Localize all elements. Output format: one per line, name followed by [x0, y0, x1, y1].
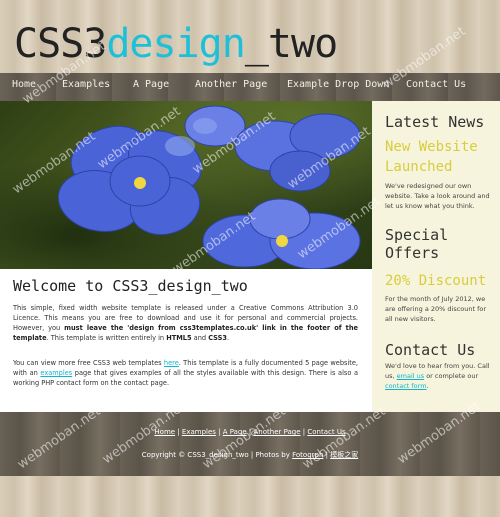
templates-text: You can view more free CSS3 web template… [13, 359, 164, 367]
flower-photo [57, 105, 361, 269]
latest-news-heading: Latest News [385, 113, 485, 131]
main-nav: Home Examples A Page Another Page Exampl… [0, 73, 500, 101]
contact-text-b: or complete our [424, 372, 479, 380]
site-logo[interactable]: CSS3design_two [14, 20, 338, 68]
email-link[interactable]: email us [397, 372, 425, 380]
footer-link-examples[interactable]: Examples [182, 428, 216, 436]
logo-part-css3: CSS3 [14, 21, 107, 67]
footer-links: Home | Examples | A Page | Another Page … [0, 428, 500, 436]
nav-contact-us[interactable]: Contact Us [406, 79, 466, 90]
photos-credit-link[interactable]: Fotogrph [292, 451, 323, 459]
footer-link-another-page[interactable]: Another Page [254, 428, 301, 436]
footer-link-a-page[interactable]: A Page [223, 428, 247, 436]
copyright: Copyright © CSS3_design_two | Photos by … [0, 450, 500, 460]
footer-sep: | [175, 428, 182, 436]
nav-examples[interactable]: Examples [62, 79, 110, 90]
nav-home[interactable]: Home [12, 79, 36, 90]
main-content: Welcome to CSS3_design_two This simple, … [0, 269, 372, 412]
footer-sep: | [215, 428, 223, 436]
nav-a-page[interactable]: A Page [133, 79, 169, 90]
footer-link-home[interactable]: Home [154, 428, 175, 436]
footer-link-contact-us[interactable]: Contact Us [307, 428, 345, 436]
intro-end: . [226, 334, 230, 342]
logo-part-two: _two [244, 21, 338, 67]
news-text: We've redesigned our own website. Take a… [385, 182, 490, 210]
news-title: New Website Launched [385, 139, 478, 175]
offer-text: For the month of July 2012, we are offer… [385, 295, 487, 323]
intro-text-2: . This template is written entirely in [46, 334, 167, 342]
footer-sep: | [246, 428, 254, 436]
templates-paragraph: You can view more free CSS3 web template… [13, 358, 358, 388]
banner-image [0, 101, 372, 269]
special-offers-heading: Special Offers [385, 226, 449, 262]
sidebar: Latest News New Website Launched We've r… [372, 101, 500, 412]
contact-heading: Contact Us [385, 341, 476, 359]
contact-text-end: . [426, 382, 429, 390]
logo-part-design: design [106, 21, 245, 67]
here-link[interactable]: here [164, 359, 179, 367]
offer-title: 20% Discount [385, 273, 487, 289]
intro-and: and [191, 334, 209, 342]
cn-site-link[interactable]: 模板之家 [330, 451, 358, 459]
footer: Home | Examples | A Page | Another Page … [0, 412, 500, 476]
copyright-text: Copyright © CSS3_design_two | Photos by [141, 451, 293, 459]
contact-form-link[interactable]: contact form [385, 382, 427, 390]
nav-example-drop-down[interactable]: Example Drop Down [287, 79, 389, 90]
nav-another-page[interactable]: Another Page [195, 79, 267, 90]
page-title: Welcome to CSS3_design_two [13, 277, 248, 295]
css3-label: CSS3 [208, 334, 227, 342]
examples-link[interactable]: examples [40, 369, 72, 377]
html5-label: HTML5 [166, 334, 192, 342]
intro-paragraph: This simple, fixed width website templat… [13, 303, 358, 343]
contact-text: We'd love to hear from you. Call us, ema… [385, 361, 491, 391]
